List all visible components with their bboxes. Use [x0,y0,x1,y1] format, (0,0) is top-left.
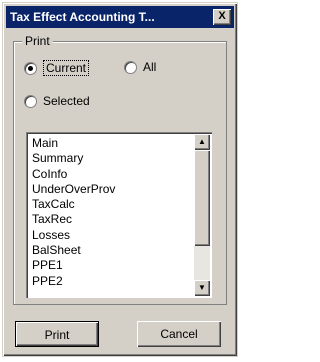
list-item[interactable]: UnderOverProv [32,182,115,197]
print-group-label: Print [22,34,53,48]
cancel-button-label: Cancel [160,327,198,341]
cancel-button[interactable]: Cancel [137,321,221,347]
radio-selected[interactable]: Selected [24,94,90,108]
scroll-down-button[interactable]: ▼ [194,280,210,296]
radio-current-label: Current [43,60,90,76]
close-icon: X [218,10,226,22]
list-item[interactable]: CoInfo [32,167,115,182]
sheet-listbox[interactable]: Main Summary CoInfo UnderOverProv TaxCal… [26,132,212,298]
list-item[interactable]: PPE2 [32,274,115,289]
radio-selected-indicator[interactable] [24,94,37,108]
list-item[interactable]: Losses [32,228,115,243]
print-group: Print Current All Selected Main Summary … [13,34,227,305]
triangle-up-icon: ▲ [198,137,206,146]
radio-all-label: All [143,60,157,74]
list-item[interactable]: TaxRec [32,212,115,227]
list-item[interactable]: TaxCalc [32,197,115,212]
window-title: Tax Effect Accounting T... [10,10,155,24]
list-item[interactable]: Main [32,136,115,151]
print-button-label: Print [44,328,70,342]
sheet-list: Main Summary CoInfo UnderOverProv TaxCal… [32,136,115,289]
close-button[interactable]: X [213,9,231,25]
radio-current[interactable]: Current [24,60,90,76]
scroll-up-button[interactable]: ▲ [194,134,210,150]
radio-all[interactable]: All [124,60,156,74]
triangle-down-icon: ▼ [198,283,206,292]
radio-selected-label: Selected [43,94,90,108]
title-bar[interactable]: Tax Effect Accounting T... X [6,6,234,28]
list-item[interactable]: PPE1 [32,258,115,273]
vertical-scrollbar[interactable]: ▲ ▼ [194,134,210,296]
print-button[interactable]: Print [15,321,99,347]
scroll-thumb[interactable] [194,150,210,246]
list-item[interactable]: Summary [32,151,115,166]
radio-all-indicator[interactable] [124,60,137,74]
list-item[interactable]: BalSheet [32,243,115,258]
radio-current-indicator[interactable] [24,61,37,75]
dialog-window: Tax Effect Accounting T... X Print Curre… [2,2,238,357]
